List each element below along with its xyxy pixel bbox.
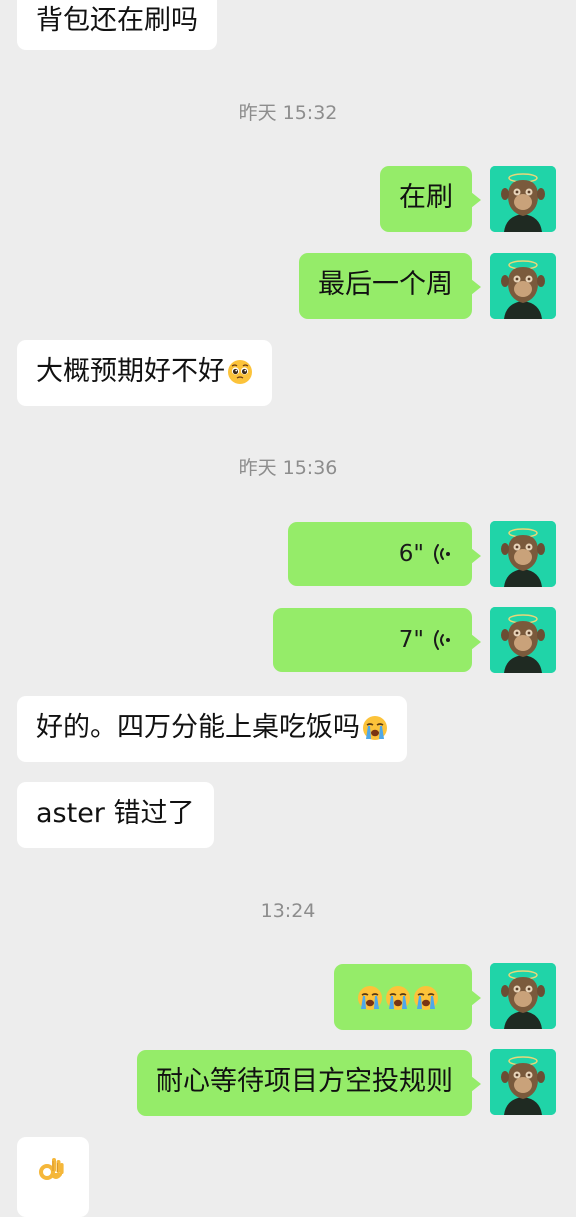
avatar[interactable] — [490, 607, 556, 673]
message-text: 在刷 — [399, 182, 453, 213]
voice-message-bubble[interactable]: 7" — [273, 608, 481, 672]
loudly-crying-face-icon — [386, 986, 410, 1010]
ape-avatar-icon — [490, 607, 556, 673]
timestamp: 昨天 15:36 — [238, 457, 338, 479]
loudly-crying-face-icon — [363, 716, 387, 740]
avatar[interactable] — [490, 521, 556, 587]
ok-hand-icon — [39, 1158, 64, 1180]
ape-avatar-icon — [490, 963, 556, 1029]
timestamp: 昨天 15:32 — [238, 102, 338, 124]
message-text: 大概预期好不好 — [36, 356, 225, 387]
voice-duration: 7" — [398, 627, 424, 653]
message-text: 背包还在刷吗 — [36, 5, 198, 36]
message-bubble-received[interactable]: aster 错过了 — [17, 782, 214, 848]
loudly-crying-face-icon — [358, 986, 382, 1010]
avatar[interactable] — [490, 166, 556, 232]
ape-avatar-icon — [490, 1049, 556, 1115]
message-text: aster 错过了 — [36, 798, 195, 829]
timestamp: 13:24 — [260, 900, 316, 922]
avatar[interactable] — [490, 1049, 556, 1115]
message-text: 好的。四万分能上桌吃饭吗 — [36, 712, 360, 743]
message-bubble-sent[interactable]: 耐心等待项目方空投规则 — [137, 1050, 481, 1116]
voice-wave-icon — [434, 630, 450, 650]
voice-duration: 6" — [398, 541, 424, 567]
message-bubble-received[interactable]: 大概预期好不好 — [17, 340, 272, 406]
message-bubble-received[interactable]: 好的。四万分能上桌吃饭吗 — [17, 696, 407, 762]
loudly-crying-face-icon — [414, 986, 438, 1010]
avatar[interactable] — [490, 253, 556, 319]
chat-message-list[interactable]: 背包还在刷吗 昨天 15:32 在刷 最后一个周 大概预期好不好 昨天 15:3… — [0, 0, 576, 1217]
message-bubble-sent[interactable]: 在刷 — [380, 166, 481, 232]
ape-avatar-icon — [490, 521, 556, 587]
message-bubble-sent[interactable] — [334, 964, 481, 1030]
message-text: 最后一个周 — [318, 269, 453, 300]
avatar[interactable] — [490, 963, 556, 1029]
message-bubble-sent[interactable]: 最后一个周 — [299, 253, 481, 319]
ape-avatar-icon — [490, 166, 556, 232]
message-bubble-received[interactable] — [17, 1137, 89, 1217]
message-bubble-received[interactable]: 背包还在刷吗 — [17, 0, 217, 50]
voice-message-bubble[interactable]: 6" — [288, 522, 481, 586]
message-text: 耐心等待项目方空投规则 — [156, 1066, 453, 1097]
pleading-face-icon — [228, 360, 252, 384]
ape-avatar-icon — [490, 253, 556, 319]
voice-wave-icon — [434, 544, 450, 564]
